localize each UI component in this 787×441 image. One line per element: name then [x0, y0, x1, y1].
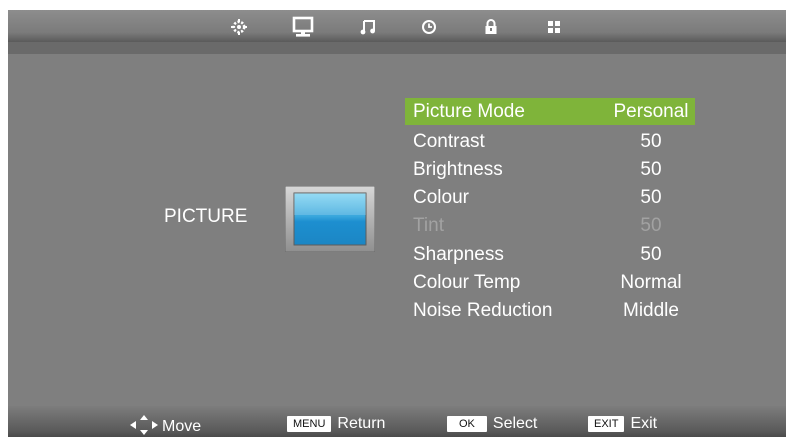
lock-icon [485, 19, 497, 34]
music-note-icon [360, 20, 375, 35]
tab-lock[interactable] [477, 14, 505, 40]
menu-item-value: Middle [623, 300, 679, 321]
tab-option[interactable] [540, 14, 568, 40]
hint-select: OK Select [447, 415, 537, 433]
monitor-icon [292, 16, 314, 37]
menu-item-label: Tint [413, 215, 444, 236]
tab-setup[interactable] [225, 14, 253, 40]
menu-item-label: Colour Temp [413, 272, 521, 293]
hint-move-label: Move [162, 418, 202, 435]
tab-bar [8, 10, 786, 42]
grid-icon [548, 21, 560, 33]
tab-picture[interactable] [289, 14, 317, 40]
navigation-arrows-icon [130, 415, 158, 435]
hint-move: Move [130, 415, 201, 436]
hint-select-label: Select [492, 415, 538, 432]
hint-exit: EXIT Exit [588, 415, 657, 433]
menu-item-value: 50 [640, 131, 662, 152]
menu-item-value: Personal [613, 101, 689, 122]
gear-icon [231, 19, 247, 35]
menu-item-label: Sharpness [413, 244, 504, 265]
menu-key-badge: MENU [287, 416, 332, 432]
menu-item-value: 50 [640, 159, 662, 180]
tv-screen-icon [284, 185, 376, 257]
osd-window: PICTURE Picture Mode Personal Contrast 5… [8, 10, 786, 437]
menu-item-contrast[interactable]: Contrast 50 [405, 128, 695, 155]
hint-exit-label: Exit [630, 415, 658, 432]
menu-item-tint: Tint 50 [405, 212, 695, 239]
menu-item-label: Noise Reduction [413, 300, 553, 321]
menu-item-brightness[interactable]: Brightness 50 [405, 156, 695, 183]
menu-item-sharpness[interactable]: Sharpness 50 [405, 241, 695, 268]
menu-item-label: Picture Mode [413, 101, 525, 122]
menu-item-label: Brightness [413, 159, 503, 180]
hint-bar: Move MENU Return OK Select EXIT Exit [8, 406, 786, 437]
ok-key-badge: OK [447, 416, 487, 432]
menu-item-colour[interactable]: Colour 50 [405, 184, 695, 211]
menu-item-value: 50 [640, 244, 662, 265]
category-label: PICTURE [164, 206, 248, 227]
hint-return-label: Return [337, 415, 386, 432]
menu-item-colour-temp[interactable]: Colour Temp Normal [405, 269, 695, 296]
menu-item-value: 50 [640, 187, 662, 208]
menu-item-label: Contrast [413, 131, 485, 152]
tab-sound[interactable] [354, 14, 382, 40]
clock-icon [422, 20, 436, 34]
menu-item-noise-reduction[interactable]: Noise Reduction Middle [405, 297, 695, 324]
tab-time[interactable] [415, 14, 443, 40]
exit-key-badge: EXIT [588, 416, 625, 432]
tab-bar-divider [8, 42, 786, 54]
menu-item-label: Colour [413, 187, 469, 208]
menu-item-picture-mode[interactable]: Picture Mode Personal [405, 98, 695, 125]
hint-return: MENU Return [287, 415, 385, 433]
menu-item-value: Normal [620, 272, 682, 293]
menu-item-value: 50 [640, 215, 662, 236]
